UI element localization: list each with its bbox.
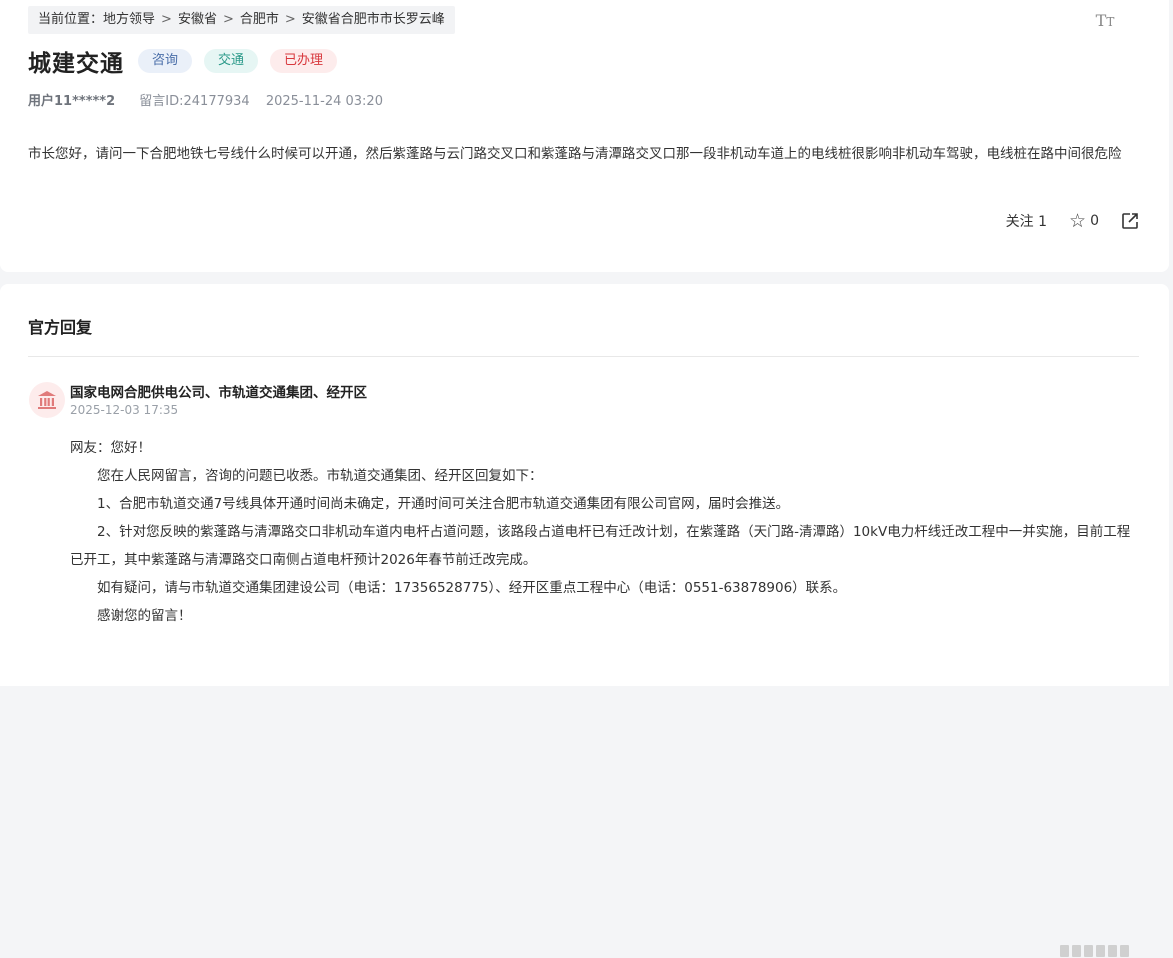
- breadcrumb-separator: >: [284, 12, 296, 27]
- breadcrumb-item[interactable]: 地方领导: [103, 12, 155, 27]
- reply-paragraph: 感谢您的留言！: [97, 608, 192, 624]
- breadcrumb-separator: >: [222, 12, 234, 27]
- follow-button[interactable]: 关注 1: [1006, 211, 1047, 231]
- page-title: 城建交通: [28, 51, 124, 77]
- message-user: 用户11*****2: [28, 94, 116, 109]
- star-icon: ☆: [1069, 210, 1087, 232]
- message-card: 当前位置：地方领导 > 安徽省 > 合肥市 > 安徽省合肥市市长罗云峰 TT 城建交通 咨询…: [0, 0, 1169, 272]
- reply-paragraph: 如有疑问，请与市轨道交通集团建设公司（电话：17356528775）、经开区重点…: [97, 580, 847, 596]
- breadcrumb: 当前位置：地方领导 > 安徽省 > 合肥市 > 安徽省合肥市市长罗云峰: [28, 6, 455, 34]
- reply-org-name: 国家电网合肥供电公司、市轨道交通集团、经开区: [70, 385, 367, 401]
- status-badge: 已办理: [270, 49, 338, 73]
- message-time: 2025-11-24 03:20: [265, 94, 383, 109]
- title-row: 城建交通 咨询 交通 已办理: [28, 44, 349, 78]
- follow-label: 关注: [1005, 214, 1034, 230]
- follow-count: 1: [1038, 214, 1048, 230]
- reply-greeting: 网友：您好！: [70, 440, 151, 456]
- message-id: 留言ID:24177934: [139, 94, 250, 109]
- divider: [28, 356, 1139, 357]
- message-actions: 关注 1 ☆ 0: [1006, 210, 1139, 232]
- star-count: 0: [1090, 213, 1099, 229]
- tag-traffic: 交通: [204, 49, 259, 73]
- message-meta: 用户11*****2 留言ID:24177934 2025-11-24 03:2…: [28, 90, 383, 109]
- tag-consult: 咨询: [138, 49, 193, 73]
- scrollbar[interactable]: [1060, 944, 1140, 958]
- reply-body: 网友：您好！ 您在人民网留言，咨询的问题已收悉。市轨道交通集团、经开区回复如下：…: [70, 434, 1140, 630]
- reply-paragraph: 您在人民网留言，咨询的问题已收悉。市轨道交通集团、经开区回复如下：: [97, 468, 543, 484]
- breadcrumb-item[interactable]: 安徽省合肥市市长罗云峰: [302, 12, 445, 27]
- reply-paragraph: 2、针对您反映的紫蓬路与清潭路交口非机动车道内电杆占道问题，该路段占道电杆已有迁…: [70, 524, 1131, 568]
- breadcrumb-item[interactable]: 合肥市: [240, 12, 279, 27]
- reply-heading: 官方回复: [28, 318, 93, 337]
- government-building-icon: [29, 382, 65, 418]
- reply-time: 2025-12-03 17:35: [70, 403, 179, 417]
- share-icon[interactable]: [1121, 212, 1139, 230]
- message-content: 市长您好，请问一下合肥地铁七号线什么时候可以开通，然后紫蓬路与云门路交叉口和紫蓬…: [28, 146, 1122, 162]
- reply-paragraph: 1、合肥市轨道交通7号线具体开通时间尚未确定，开通时间可关注合肥市轨道交通集团有…: [97, 496, 790, 512]
- reply-card: 官方回复 国家电网合肥供电公司、市轨道交通集团、经开区 2025-12-03 1…: [0, 284, 1169, 957]
- breadcrumb-separator: >: [161, 12, 172, 27]
- breadcrumb-prefix: 当前位置：: [38, 12, 104, 27]
- text-size-icon[interactable]: TT: [1094, 10, 1116, 32]
- star-button[interactable]: ☆ 0: [1069, 210, 1099, 232]
- breadcrumb-item[interactable]: 安徽省: [178, 12, 217, 27]
